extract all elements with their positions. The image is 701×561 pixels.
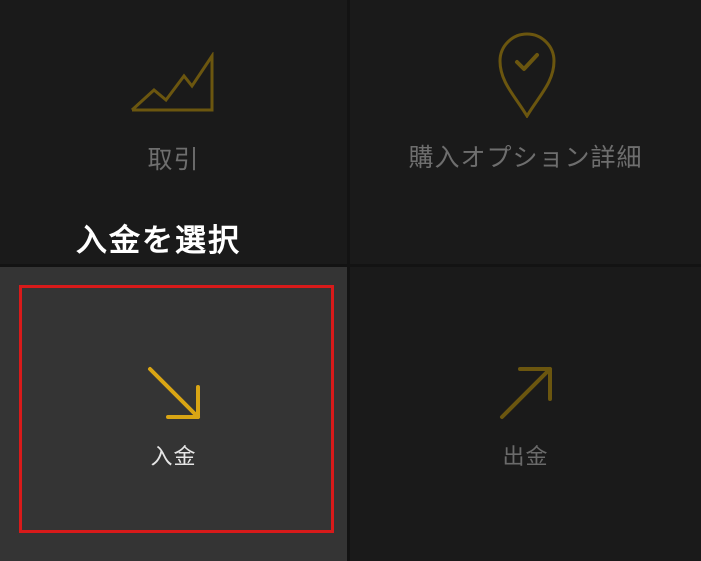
deposit-label: 入金	[150, 445, 197, 470]
withdraw-label: 出金	[502, 445, 549, 470]
chart-rising-icon	[130, 52, 214, 114]
menu-screen: 取引 購入オプション詳細 入金 出金 入金を選択	[0, 0, 701, 561]
horizontal-divider	[0, 264, 701, 267]
location-pin-check-icon	[497, 30, 557, 118]
withdraw-tile[interactable]: 出金	[350, 267, 701, 561]
arrow-up-right-icon	[498, 365, 556, 423]
option-details-tile[interactable]: 購入オプション詳細	[350, 0, 701, 264]
trade-label: 取引	[147, 145, 200, 174]
instruction-callout: 入金を選択	[76, 223, 241, 259]
deposit-tile[interactable]: 入金	[0, 267, 347, 561]
arrow-down-right-icon	[146, 365, 204, 423]
option-details-label: 購入オプション詳細	[408, 143, 643, 172]
vertical-divider	[347, 0, 350, 561]
